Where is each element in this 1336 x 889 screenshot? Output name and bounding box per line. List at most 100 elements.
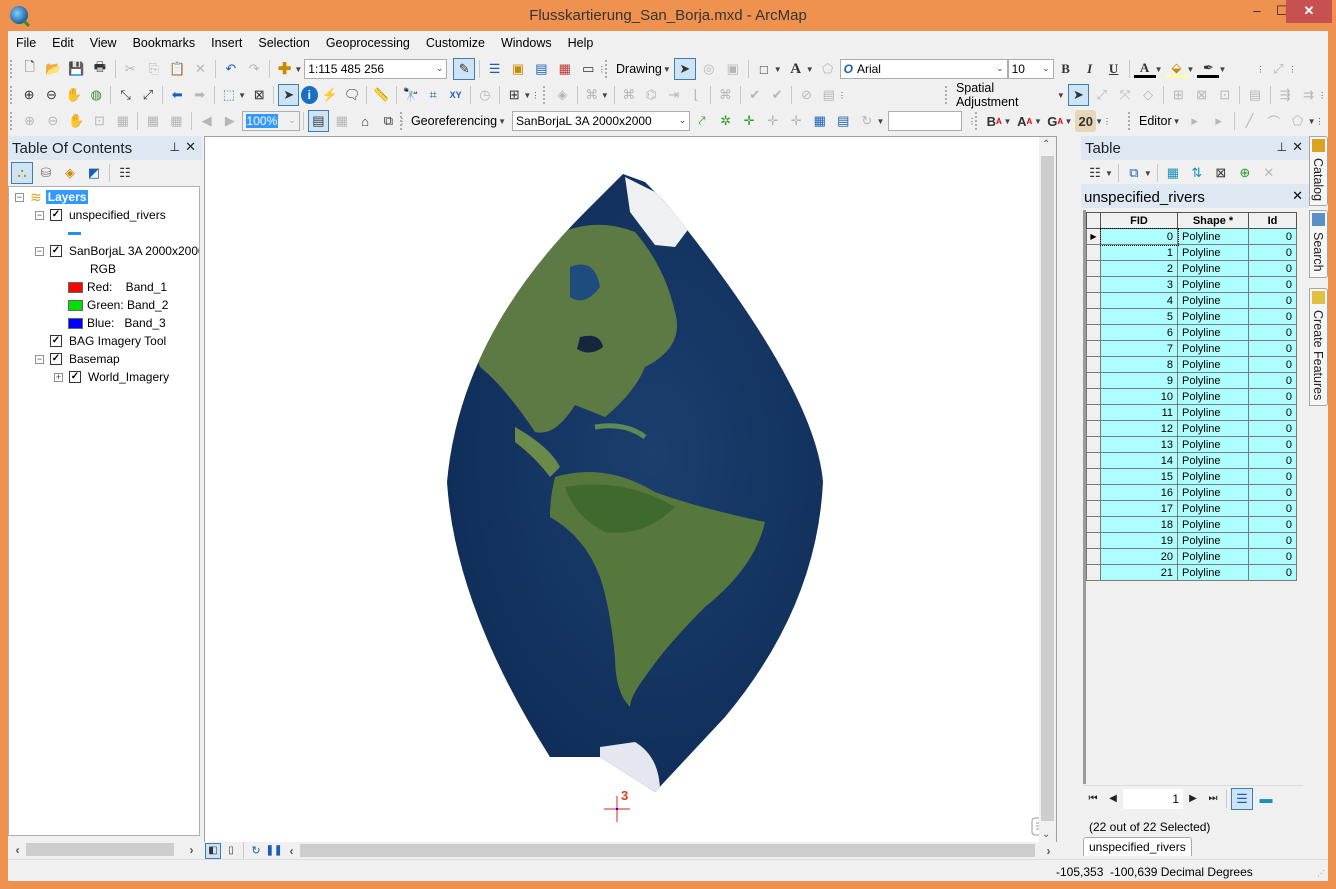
pan-hand-icon[interactable]: ✋ xyxy=(64,84,84,106)
cell-id[interactable]: 0 xyxy=(1248,420,1297,437)
paste-icon[interactable]: 📋 xyxy=(166,58,187,80)
first-record-icon[interactable]: ⏮ xyxy=(1083,793,1103,804)
row-selector[interactable] xyxy=(1086,436,1101,453)
cell-id[interactable]: 0 xyxy=(1248,324,1297,341)
menu-geoprocessing[interactable]: Geoprocessing xyxy=(318,33,418,55)
text-icon[interactable]: A xyxy=(785,58,807,80)
topology-edit-icon[interactable]: ⌘ xyxy=(619,84,639,106)
cell-shape[interactable]: Polyline xyxy=(1177,340,1249,357)
toc-layer-bag-imagery-tool[interactable]: ✓ BAG Imagery Tool xyxy=(50,332,166,350)
select-elements-icon[interactable]: ➤ xyxy=(278,84,299,106)
table-row[interactable]: 14 Polyline 0 xyxy=(1086,452,1297,469)
cell-shape[interactable]: Polyline xyxy=(1177,468,1249,485)
find-route-icon[interactable]: ⌗ xyxy=(423,84,443,106)
cell-fid[interactable]: 17 xyxy=(1100,500,1178,517)
current-record-field[interactable]: 1 xyxy=(1123,788,1183,809)
toolbar-grip[interactable] xyxy=(945,86,949,104)
toc-layer-world-imagery[interactable]: + ✓ World_Imagery xyxy=(54,368,169,386)
line-color-dropdown[interactable]: ▼ xyxy=(1218,65,1226,74)
measure-icon[interactable]: 📏 xyxy=(371,84,391,106)
add-control-points-icon[interactable]: ⤤ xyxy=(691,110,713,132)
scrollbar-thumb[interactable] xyxy=(1041,156,1054,821)
select-elements-icon[interactable]: ➤ xyxy=(1067,84,1090,106)
toolbar-grip[interactable] xyxy=(543,86,547,104)
multi-displacement-icon[interactable]: ◇ xyxy=(1138,84,1159,106)
forward-extent-icon[interactable]: ➡ xyxy=(189,84,209,106)
cell-fid[interactable]: 1 xyxy=(1100,244,1178,261)
zoom-to-elements-icon[interactable]: ▣ xyxy=(722,58,744,80)
scroll-down-icon[interactable]: ⌄ xyxy=(1042,829,1050,840)
editor-toolbar-icon[interactable]: ✎ xyxy=(453,58,475,80)
label-halo-dropdown[interactable]: ▼ xyxy=(1065,117,1073,126)
list-by-source-icon[interactable]: ⛁ xyxy=(35,162,57,184)
edit-tool-icon[interactable]: ▸ xyxy=(1184,110,1206,132)
magnifier-window-icon[interactable]: ⊞ xyxy=(504,84,524,106)
cell-id[interactable]: 0 xyxy=(1248,516,1297,533)
cell-fid[interactable]: 3 xyxy=(1100,276,1178,293)
fill-color-dropdown[interactable]: ▼ xyxy=(1187,65,1195,74)
collapse-icon[interactable]: − xyxy=(35,354,44,364)
toolbar-overflow-icon[interactable]: ⋮ xyxy=(1103,117,1111,126)
row-selector[interactable] xyxy=(1086,484,1101,501)
label-halo-icon[interactable]: GA xyxy=(1045,110,1066,132)
toolbar-grip[interactable] xyxy=(605,60,609,78)
cell-shape[interactable]: Polyline xyxy=(1177,452,1249,469)
spatial-adjustment-menu[interactable]: Spatial Adjustment xyxy=(953,81,1059,109)
straight-segment-icon[interactable]: ╱ xyxy=(1239,110,1261,132)
label-bold-icon[interactable]: BA xyxy=(984,110,1005,132)
table-row[interactable]: 19 Polyline 0 xyxy=(1086,532,1297,549)
last-record-icon[interactable]: ⏭ xyxy=(1203,793,1223,804)
cell-fid[interactable]: 4 xyxy=(1100,292,1178,309)
row-selector[interactable] xyxy=(1086,420,1101,437)
cut-icon[interactable]: ✂ xyxy=(120,58,141,80)
menu-selection[interactable]: Selection xyxy=(250,33,317,55)
table-row[interactable]: 7 Polyline 0 xyxy=(1086,340,1297,357)
open-folder-icon[interactable]: 📂 xyxy=(42,58,63,80)
georef-input-field[interactable] xyxy=(888,111,962,131)
toolbar-overflow-icon[interactable]: ⋮ xyxy=(531,91,539,100)
toc-band-red[interactable]: Red: Band_1 xyxy=(68,278,167,296)
row-selector[interactable] xyxy=(1086,468,1101,485)
construct-features-icon[interactable]: ⌘ xyxy=(715,84,735,106)
time-slider-icon[interactable]: ◷ xyxy=(475,84,495,106)
label-font-icon[interactable]: AA xyxy=(1014,110,1035,132)
toc-band-green[interactable]: Green: Band_2 xyxy=(68,296,168,314)
zoom-to-selected-icon[interactable]: ⊕ xyxy=(1234,162,1256,184)
validate-topology-icon[interactable]: ✔ xyxy=(745,84,765,106)
switch-selection-icon[interactable]: ⇅ xyxy=(1186,162,1208,184)
row-selector[interactable] xyxy=(1086,388,1101,405)
cell-id[interactable]: 0 xyxy=(1248,372,1297,389)
cell-id[interactable]: 0 xyxy=(1248,484,1297,501)
map-view[interactable]: 3 ⌃ ⌄ xyxy=(204,136,1057,859)
cell-shape[interactable]: Polyline xyxy=(1177,324,1249,341)
select-by-attributes-icon[interactable]: ▦ xyxy=(1162,162,1184,184)
table-row[interactable]: 3 Polyline 0 xyxy=(1086,276,1297,293)
row-selector[interactable] xyxy=(1086,372,1101,389)
create-features-tab[interactable]: Create Features xyxy=(1309,288,1328,406)
toc-layer-basemap[interactable]: − ✓ Basemap xyxy=(35,350,120,368)
row-selector[interactable] xyxy=(1086,564,1101,581)
validate-extent-icon[interactable]: ✔ xyxy=(767,84,787,106)
layout-fixed-zoom-in-icon[interactable]: ▦ xyxy=(142,110,163,132)
table-row[interactable]: 8 Polyline 0 xyxy=(1086,356,1297,373)
fix-topology-error-icon[interactable]: ⊘ xyxy=(796,84,816,106)
table-row[interactable]: 13 Polyline 0 xyxy=(1086,436,1297,453)
layer-visibility-checkbox[interactable]: ✓ xyxy=(50,245,62,257)
table-row[interactable]: 15 Polyline 0 xyxy=(1086,468,1297,485)
layout-zoom-combo[interactable]: 100% ⌄ xyxy=(241,111,300,131)
layout-zoom-out-icon[interactable]: ⊖ xyxy=(42,110,63,132)
cell-fid[interactable]: 14 xyxy=(1100,452,1178,469)
table-row[interactable]: 10 Polyline 0 xyxy=(1086,388,1297,405)
show-all-records-icon[interactable]: ☰ xyxy=(1231,787,1253,810)
cell-shape[interactable]: Polyline xyxy=(1177,244,1249,261)
spatial-adjustment-dropdown-icon[interactable]: ▼ xyxy=(1057,91,1065,100)
auto-registration-icon[interactable]: ✲ xyxy=(715,110,737,132)
list-by-selection-icon[interactable]: ◩ xyxy=(83,162,105,184)
layout-zoom-in-icon[interactable]: ⊕ xyxy=(19,110,40,132)
clear-selection-icon[interactable]: ⊠ xyxy=(249,84,269,106)
change-layout-icon[interactable]: ⌂ xyxy=(354,110,375,132)
toolbar-overflow-icon[interactable]: ⋮ xyxy=(1256,65,1264,74)
catalog-window-icon[interactable]: ▣ xyxy=(507,58,528,80)
table-row[interactable]: ▶ 0 Polyline 0 xyxy=(1086,227,1297,246)
cell-shape[interactable]: Polyline xyxy=(1177,500,1249,517)
